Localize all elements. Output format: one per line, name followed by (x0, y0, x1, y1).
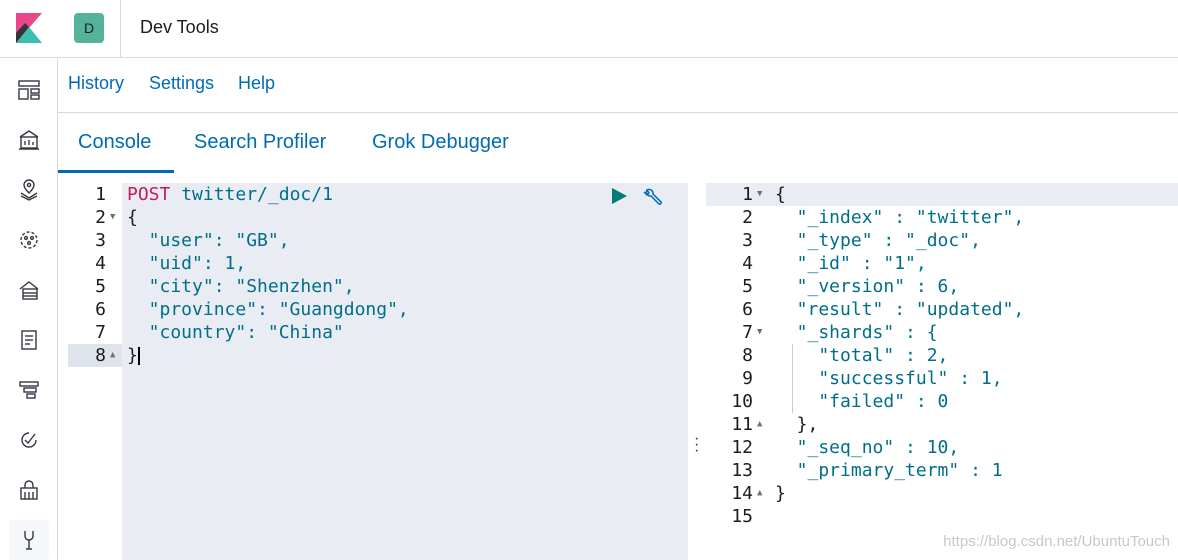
code-line: { (127, 207, 138, 228)
line-number: 8 (742, 345, 753, 366)
tab-bar: Console Search Profiler Grok Debugger (58, 113, 1178, 173)
code-line: "total" : 2, (775, 345, 949, 366)
line-number: 12 (731, 437, 753, 458)
code-line: "_id" : "1", (775, 253, 927, 274)
canvas-icon[interactable] (14, 125, 44, 155)
watermark: https://blog.csdn.net/UbuntuTouch (943, 533, 1170, 550)
help-link[interactable]: Help (238, 73, 275, 94)
line-number: 3 (95, 230, 106, 251)
request-path: twitter/_doc/1 (181, 184, 333, 205)
code-line: "uid": 1, (127, 253, 247, 274)
tab-search-profiler[interactable]: Search Profiler (194, 131, 326, 154)
request-editor[interactable]: 1 2 ▼ 3 4 5 6 7 8 ▲ POST twitter/_doc/1 … (68, 183, 688, 560)
line-number: 1 (742, 184, 753, 205)
line-number: 2 (742, 207, 753, 228)
line-number: 4 (95, 253, 106, 274)
fold-toggle-icon[interactable]: ▼ (110, 206, 115, 229)
response-content[interactable]: { "_index" : "twitter", "_type" : "_doc"… (772, 183, 1178, 560)
play-icon[interactable] (610, 187, 628, 205)
request-line-method: POST twitter/_doc/1 (127, 183, 333, 206)
code-line: "country": "China" (127, 322, 344, 343)
top-menu: History Settings Help (58, 58, 1178, 113)
header-divider (120, 0, 121, 58)
code-line: "_seq_no" : 10, (775, 437, 960, 458)
line-number: 6 (742, 299, 753, 320)
response-gutter: 1 ▼ 2 3 4 5 6 7 ▼ 8 9 10 11 ▲ 12 13 14 ▲… (706, 183, 772, 560)
line-number: 13 (731, 460, 753, 481)
fold-toggle-icon[interactable]: ▼ (757, 321, 762, 344)
line-number: 5 (95, 276, 106, 297)
code-line: "_type" : "_doc", (775, 230, 981, 251)
space-avatar[interactable]: D (74, 13, 104, 43)
code-line: "_version" : 6, (775, 276, 960, 297)
ml-icon[interactable] (14, 225, 44, 255)
wrench-icon[interactable] (642, 187, 664, 209)
code-line: { (775, 184, 786, 205)
line-number: 3 (742, 230, 753, 251)
line-number: 7 (95, 322, 106, 343)
uptime-icon[interactable] (14, 425, 44, 455)
fold-toggle-icon[interactable]: ▲ (110, 344, 115, 367)
request-method: POST (127, 184, 171, 205)
code-line: "city": "Shenzhen", (127, 276, 355, 297)
active-tab-indicator (58, 170, 174, 173)
code-line: "_shards" : { (775, 322, 938, 343)
code-line: "successful" : 1, (775, 368, 1003, 389)
line-number: 5 (742, 276, 753, 297)
line-number: 9 (742, 368, 753, 389)
code-line: } (127, 345, 138, 366)
kibana-logo[interactable] (16, 13, 42, 43)
request-content[interactable]: POST twitter/_doc/1 { "user": "GB", "uid… (122, 183, 688, 560)
code-line: "user": "GB", (127, 230, 290, 251)
code-line: "_primary_term" : 1 (775, 460, 1003, 481)
code-line: "_index" : "twitter", (775, 207, 1025, 228)
line-number: 15 (731, 506, 753, 527)
response-editor[interactable]: 1 ▼ 2 3 4 5 6 7 ▼ 8 9 10 11 ▲ 12 13 14 ▲… (706, 183, 1178, 560)
code-line: "failed" : 0 (775, 391, 949, 412)
dashboard-icon[interactable] (14, 75, 44, 105)
line-number: 8 (95, 345, 106, 366)
fold-toggle-icon[interactable]: ▲ (757, 482, 762, 505)
history-link[interactable]: History (68, 73, 124, 94)
code-line: "result" : "updated", (775, 299, 1025, 320)
line-number: 10 (731, 391, 753, 412)
settings-link[interactable]: Settings (149, 73, 214, 94)
tab-console[interactable]: Console (78, 131, 151, 154)
code-line: "province": "Guangdong", (127, 299, 409, 320)
apm-icon[interactable] (14, 375, 44, 405)
maps-icon[interactable] (14, 175, 44, 205)
code-line: }, (775, 414, 819, 435)
code-line: } (775, 483, 786, 504)
tab-grok-debugger[interactable]: Grok Debugger (372, 131, 509, 154)
app-header: D Dev Tools (0, 0, 1178, 58)
request-gutter: 1 2 ▼ 3 4 5 6 7 8 ▲ (68, 183, 122, 560)
line-number: 4 (742, 253, 753, 274)
line-number: 2 (95, 207, 106, 228)
logs-icon[interactable] (14, 325, 44, 355)
page-title: Dev Tools (140, 17, 219, 37)
dev-tools-icon[interactable] (9, 520, 49, 560)
text-cursor (138, 347, 140, 365)
line-number: 6 (95, 299, 106, 320)
siem-icon[interactable] (14, 475, 44, 505)
line-number: 11 (731, 414, 753, 435)
side-nav (0, 58, 58, 560)
fold-toggle-icon[interactable]: ▼ (757, 183, 762, 206)
fold-toggle-icon[interactable]: ▲ (757, 413, 762, 436)
pane-resize-handle[interactable]: · · · (694, 431, 699, 459)
line-number: 1 (95, 184, 106, 205)
line-number: 7 (742, 322, 753, 343)
infrastructure-icon[interactable] (14, 275, 44, 305)
line-number: 14 (731, 483, 753, 504)
